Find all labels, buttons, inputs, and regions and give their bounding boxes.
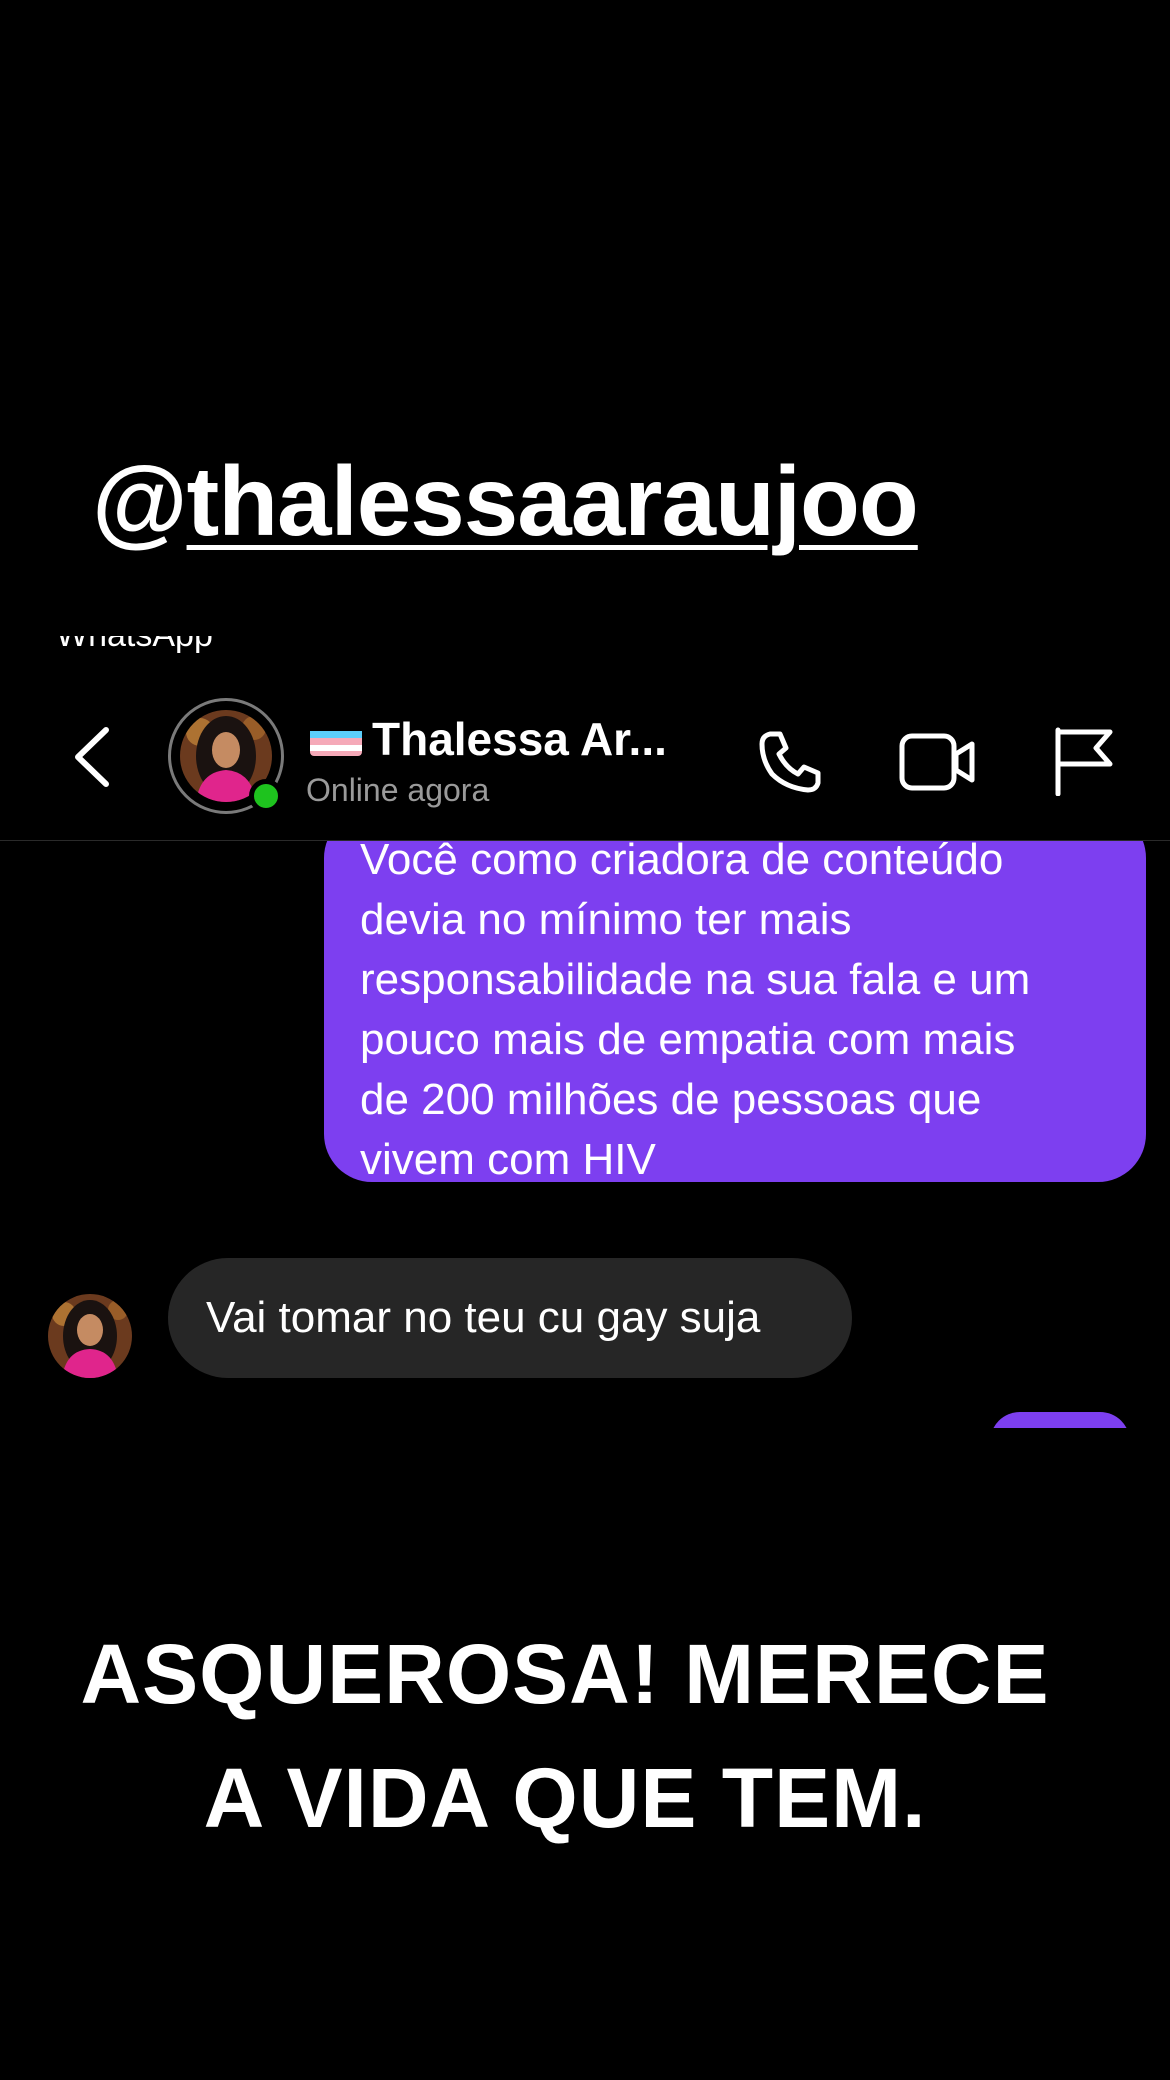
contact-name[interactable]: Thalessa Ar... [310,712,667,766]
contact-avatar[interactable] [168,698,284,814]
message-line: de 200 milhões de pessoas que [360,1075,982,1124]
story-caption: ASQUEROSA! MERECE A VIDA QUE TEM. [0,1612,1130,1860]
back-arrow-icon[interactable] [70,722,120,792]
mention-at-sign: @ [92,446,188,556]
report-flag-icon[interactable] [1052,726,1116,801]
caption-line: A VIDA QUE TEM. [203,1751,927,1845]
transgender-flag-icon [310,722,362,756]
online-status: Online agora [306,772,490,808]
story-mention[interactable]: @thalessaaraujoo [92,452,919,550]
video-camera-icon[interactable] [898,726,978,801]
outgoing-message-bubble[interactable]: Você como criadora de conteúdo devia no … [324,810,1146,1184]
message-line: vivem com HIV [360,1135,656,1184]
chat-header: Thalessa Ar... Online agora [0,660,1170,841]
message-line: responsabilidade na sua fala e um [360,955,1031,1004]
incoming-message-bubble[interactable]: Vai tomar no teu cu gay suja [168,1258,852,1378]
mention-handle[interactable]: thalessaaraujoo [187,446,919,556]
message-line: devia no mínimo ter mais [360,895,852,944]
chat-screenshot: Thalessa Ar... Online agora Você como cr… [0,660,1170,1428]
phone-icon[interactable] [756,726,826,801]
partial-outgoing-bubble [990,1412,1130,1428]
cropped-label: WhatsApp [56,636,256,654]
message-line: pouco mais de empatia com mais [360,1015,1016,1064]
contact-name-text: Thalessa Ar... [372,713,667,765]
online-indicator [249,779,283,813]
caption-line: ASQUEROSA! MERECE [80,1627,1050,1721]
sender-avatar[interactable] [48,1294,132,1378]
